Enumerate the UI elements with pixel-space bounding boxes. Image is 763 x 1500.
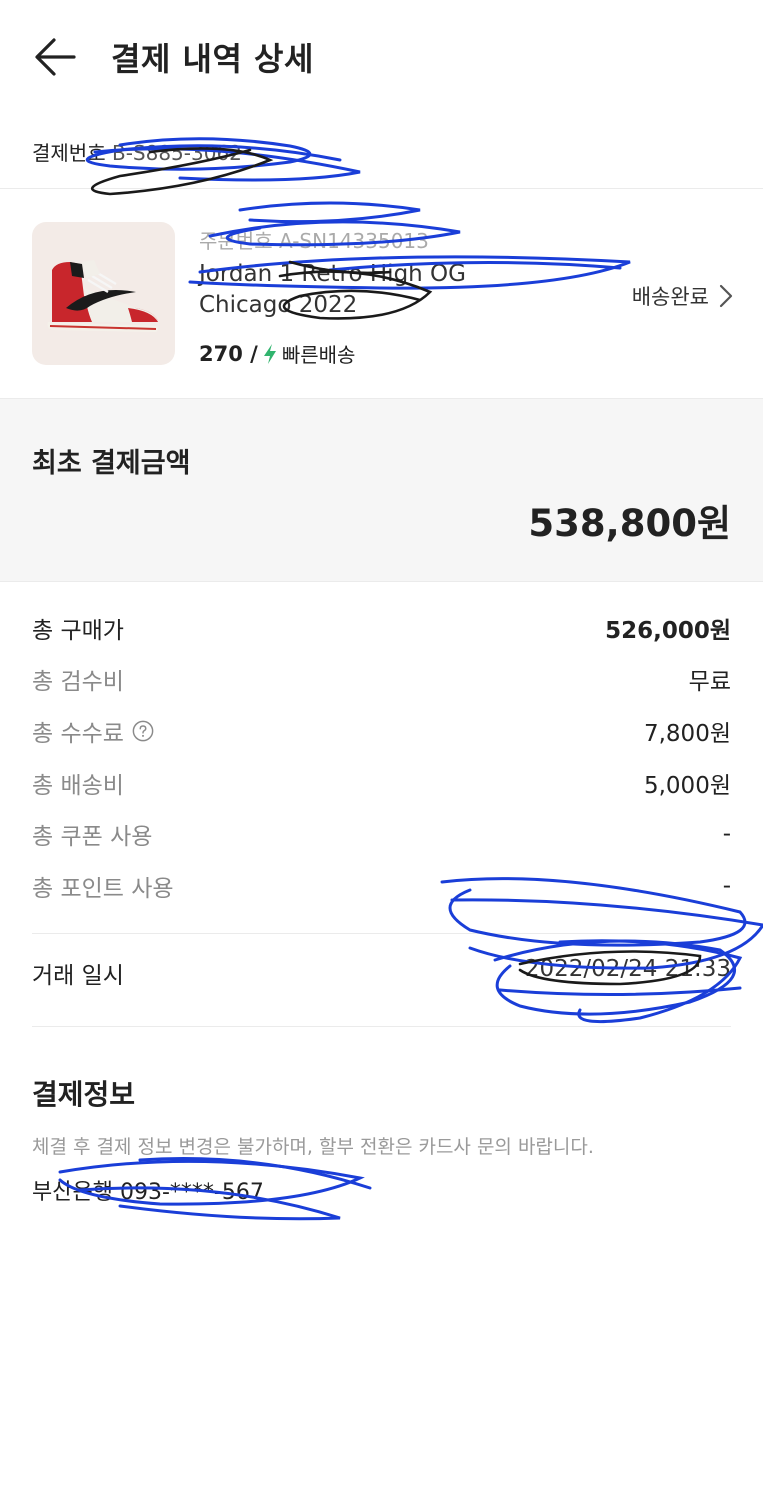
chevron-right-icon [719, 284, 733, 308]
breakdown-row-shipping: 총 배송비 5,000원 [32, 757, 731, 809]
breakdown-row-fee: 총 수수료 7,800원 [32, 705, 731, 757]
order-number: 주문번호 A-SN14335013 [199, 229, 429, 253]
app-header: 결제 내역 상세 [0, 0, 763, 112]
product-thumbnail [32, 222, 175, 365]
lightning-icon [263, 343, 276, 364]
initial-payment-label: 최초 결제금액 [32, 448, 191, 479]
breakdown-value: 5,000원 [643, 772, 731, 799]
transaction-datetime-value: 2022/02/24 21:33 [524, 956, 731, 982]
payment-info-title: 결제정보 [32, 1078, 136, 1111]
breakdown-label: 총 수수료 [32, 720, 124, 747]
sneaker-image [47, 260, 158, 332]
divider [32, 1026, 731, 1027]
back-button[interactable] [30, 32, 80, 82]
breakdown-value: 7,800원 [643, 720, 731, 747]
breakdown-row-coupon: 총 쿠폰 사용 - [32, 808, 731, 860]
breakdown-label: 총 배송비 [32, 772, 124, 799]
breakdown-label: 총 검수비 [32, 669, 124, 696]
fast-delivery-label: 빠른배송 [281, 343, 356, 367]
question-circle-icon[interactable] [132, 720, 154, 742]
breakdown-row-purchase: 총 구매가 526,000원 [32, 602, 731, 654]
breakdown-value: - [722, 821, 731, 848]
breakdown-label: 총 쿠폰 사용 [32, 824, 153, 851]
initial-payment-panel: 최초 결제금액 538,800원 [0, 398, 763, 582]
delivery-status-link[interactable]: 배송완료 [632, 281, 733, 311]
breakdown-row-inspection: 총 검수비 무료 [32, 654, 731, 706]
breakdown-value: - [722, 872, 731, 899]
page-title: 결제 내역 상세 [111, 40, 314, 78]
breakdown-value: 무료 [688, 669, 731, 696]
breakdown-label: 총 포인트 사용 [32, 875, 174, 902]
breakdown-label-wrap: 총 수수료 [32, 714, 154, 748]
delivery-status: 배송완료 [631, 285, 709, 309]
payment-breakdown: 총 구매가 526,000원 총 검수비 무료 총 수수료 7,800원 총 배… [32, 602, 731, 912]
product-name: Jordan 1 Retro High OG Chicago 2022 [199, 261, 466, 318]
payment-number-value: B-S885-3062 [111, 141, 242, 165]
payment-number-label: 결제번호 [32, 141, 106, 165]
breakdown-value: 526,000원 [605, 617, 731, 644]
product-size: 270 / [199, 341, 258, 366]
payment-info-note: 체결 후 결제 정보 변경은 불가하며, 할부 전환은 카드사 문의 바랍니다. [32, 1136, 594, 1158]
payment-number: 결제번호 B-S885-3062 [32, 137, 242, 166]
product-option: 270 / 빠른배송 [199, 339, 355, 368]
product-card[interactable]: 주문번호 A-SN14335013 Jordan 1 Retro High OG… [0, 189, 763, 397]
transaction-datetime-row: 거래 일시 2022/02/24 21:33 [32, 956, 731, 990]
breakdown-label: 총 구매가 [32, 617, 124, 644]
arrow-left-icon [35, 38, 76, 76]
divider [32, 933, 731, 934]
initial-payment-amount: 538,800원 [528, 502, 731, 545]
payment-method: 부산은행 093-****-567 [32, 1180, 264, 1205]
breakdown-row-points: 총 포인트 사용 - [32, 860, 731, 912]
transaction-datetime-label: 거래 일시 [32, 963, 124, 989]
